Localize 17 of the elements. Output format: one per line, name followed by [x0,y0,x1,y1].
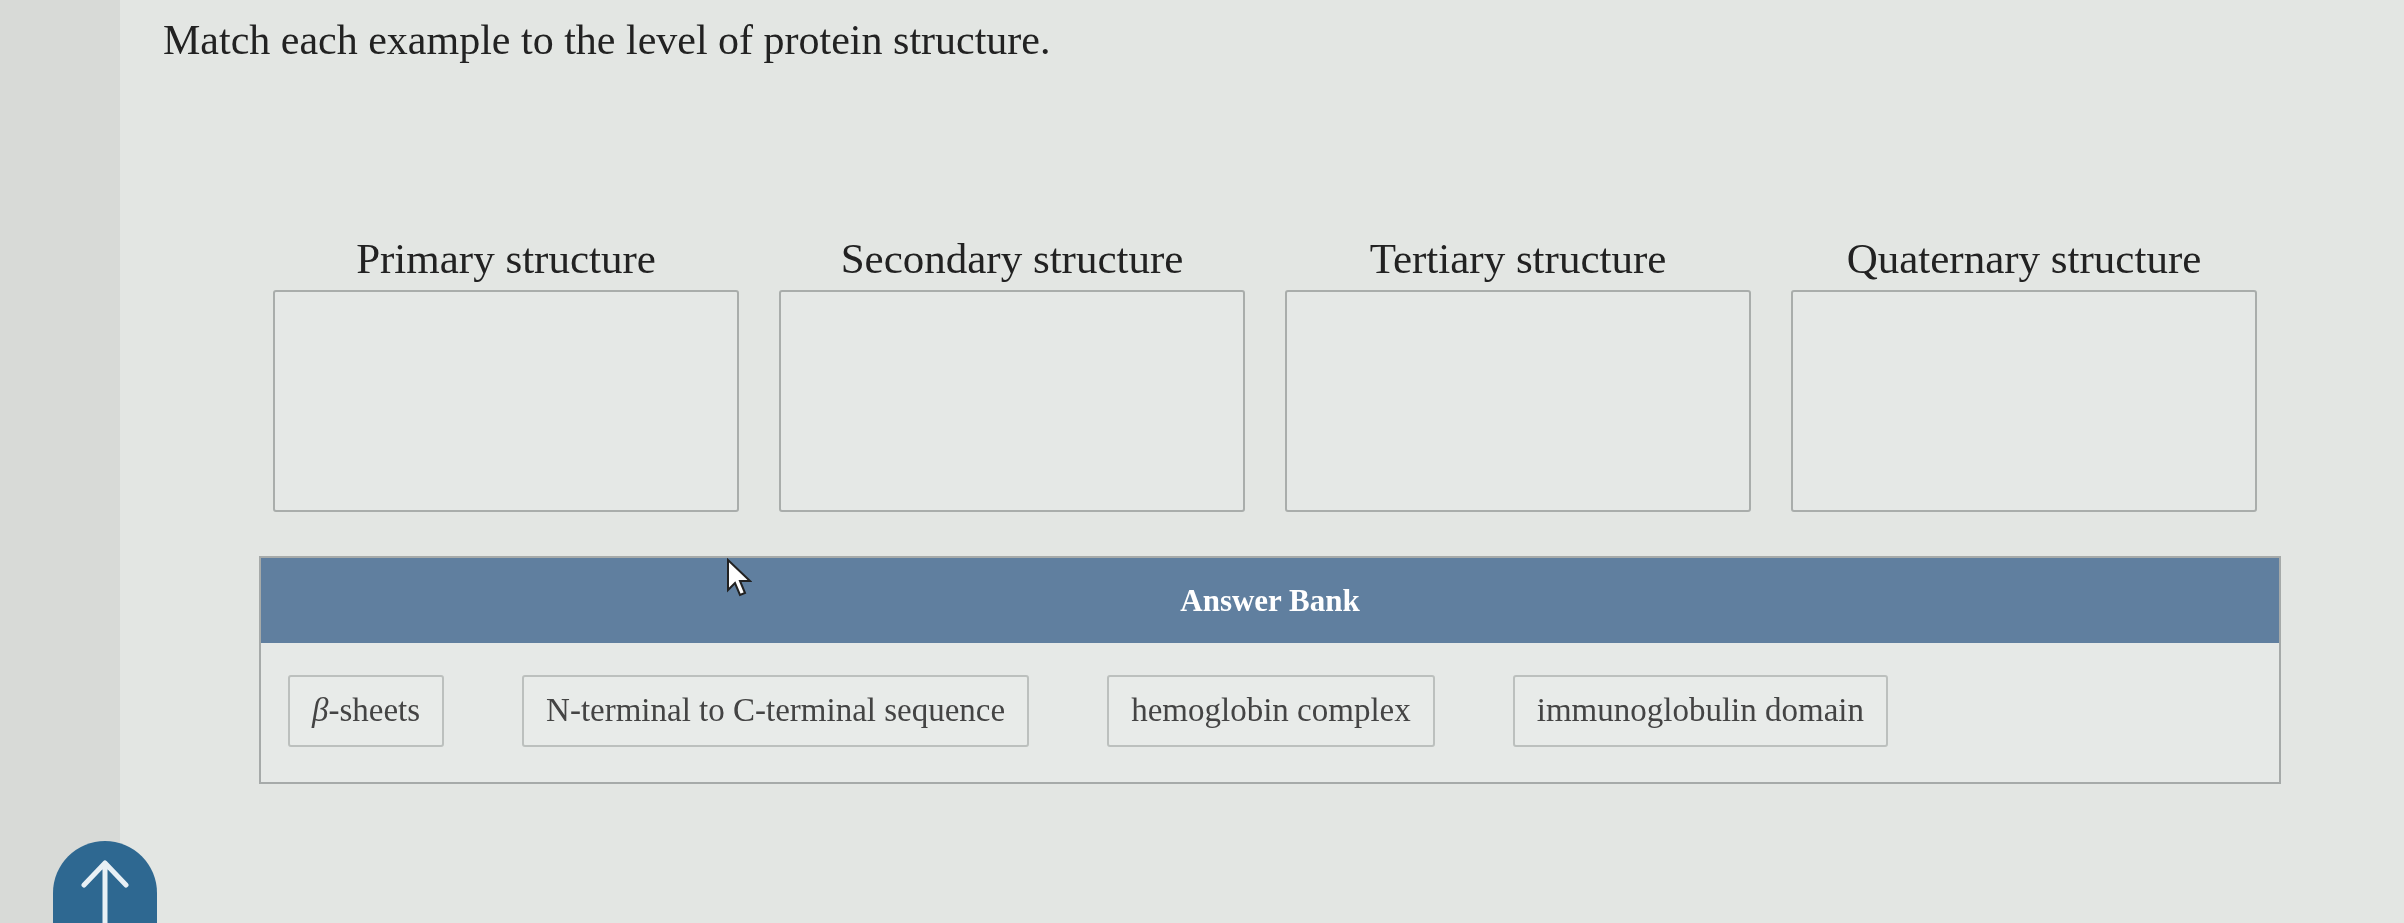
drop-zone[interactable] [1791,290,2257,512]
category-label: Quaternary structure [1846,234,2202,284]
drop-zone[interactable] [1285,290,1751,512]
category-label: Secondary structure [840,234,1184,284]
category-label: Tertiary structure [1369,234,1667,284]
answer-bank-title: Answer Bank [1180,581,1360,620]
drop-zone[interactable] [273,290,739,512]
answer-chip[interactable]: hemoglobin complex [1107,675,1435,747]
instruction-text: Match each example to the level of protein structure. [163,16,1051,64]
scroll-up-button[interactable] [53,841,157,923]
answer-chip[interactable]: immunoglobulin domain [1512,675,1888,747]
drop-zone[interactable] [779,290,1245,512]
up-arrow-icon [78,859,132,923]
category-label: Primary structure [356,234,656,284]
answer-chip[interactable]: N-terminal to C-terminal sequence [522,675,1030,747]
mouse-cursor-icon [726,558,752,598]
answer-chip[interactable]: β-sheets [288,675,445,747]
